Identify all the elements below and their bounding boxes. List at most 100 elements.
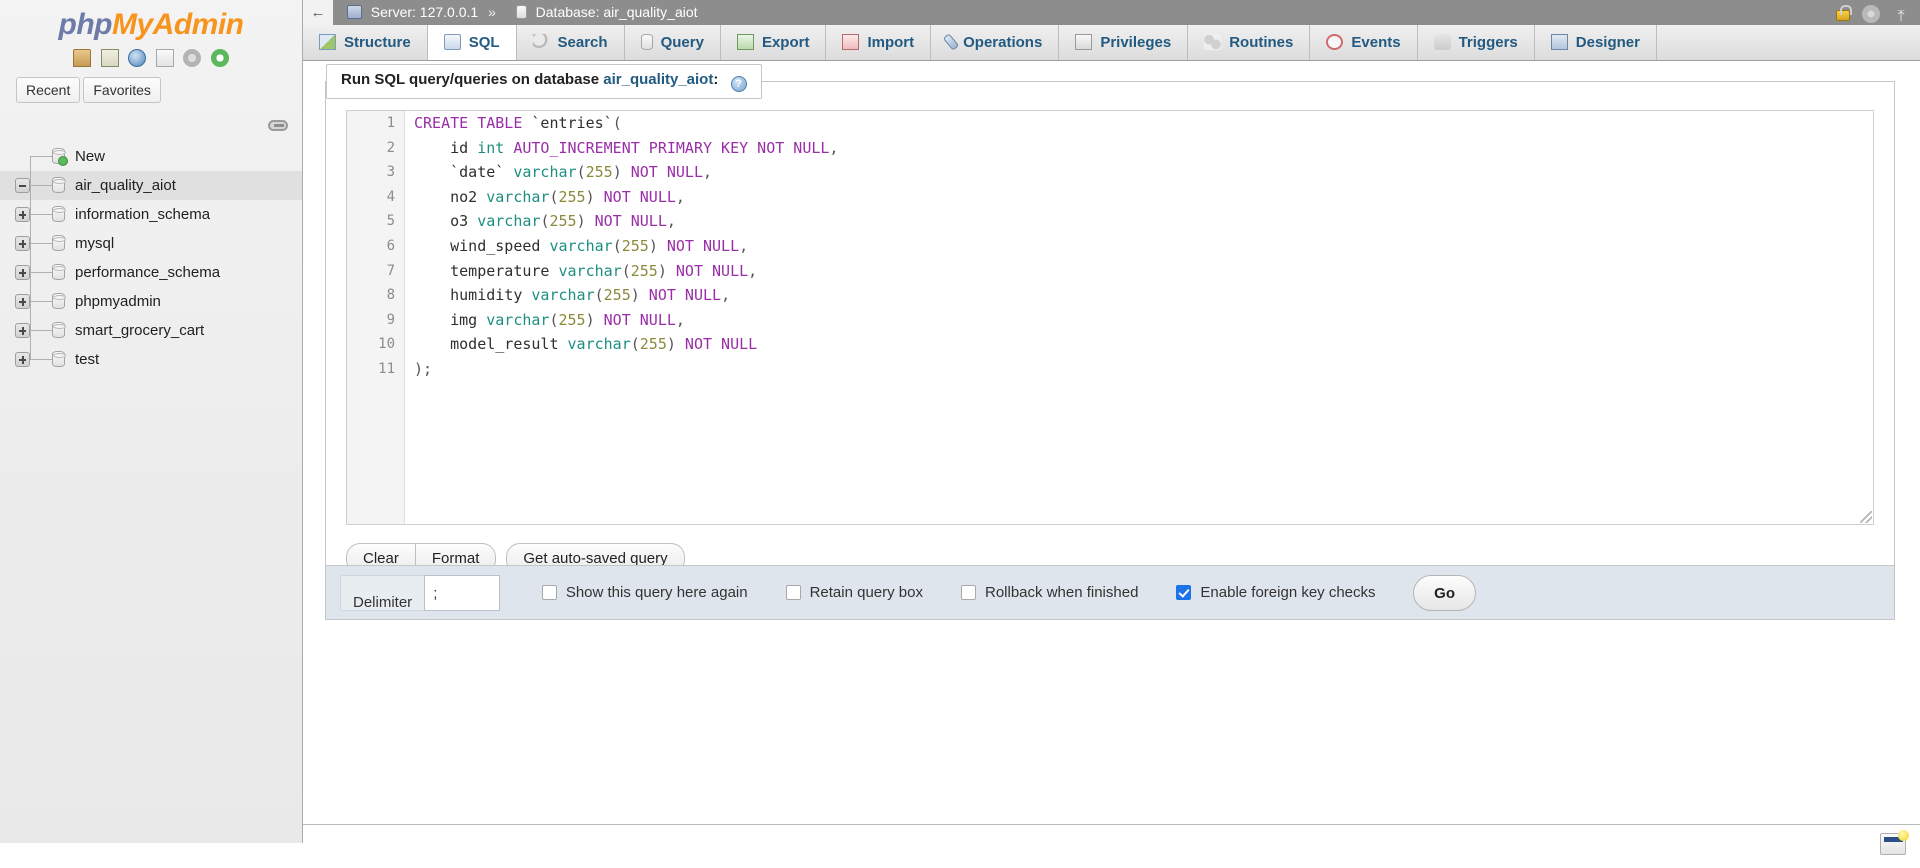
navigation-sidebar: phpMyAdmin Recent Favorites New air_qualit… [0, 0, 303, 843]
tab-label: SQL [468, 34, 500, 51]
tab-routines[interactable]: Routines [1188, 25, 1311, 60]
show-query-again-checkbox-label: Show this query here again [565, 584, 748, 601]
sidebar-db-label: performance_schema [75, 264, 221, 281]
line-number: 11 [378, 360, 395, 377]
line-number: 1 [386, 115, 395, 131]
sql-query-input[interactable]: CREATE TABLE `entries`( id int AUTO_INCR… [406, 111, 1873, 524]
collapse-icon[interactable]: ⤒ [1892, 4, 1910, 25]
enable-foreign-key-checks-checkbox[interactable] [1176, 585, 1192, 600]
recent-tab[interactable]: Recent [16, 77, 81, 103]
database-icon [52, 264, 66, 280]
code-token: wind_speed [414, 236, 550, 255]
go-button[interactable]: Go [1413, 575, 1476, 611]
sidebar-db-item-test[interactable]: test [0, 345, 302, 374]
code-token: ) [612, 163, 622, 182]
expand-icon[interactable] [15, 294, 30, 309]
logout-icon[interactable] [100, 48, 119, 67]
tab-triggers[interactable]: Triggers [1418, 25, 1535, 60]
database-icon [52, 322, 66, 338]
copy-icon[interactable] [155, 48, 174, 67]
legend-database-name: air_quality_aiot [603, 71, 714, 88]
code-token: NOT NULL [594, 187, 676, 206]
settings-icon[interactable] [183, 48, 202, 67]
breadcrumb-server-label[interactable]: Server: 127.0.0.1 [371, 4, 478, 20]
tab-import[interactable]: Import [826, 25, 932, 60]
expand-icon[interactable] [15, 265, 30, 280]
tab-query[interactable]: Query [625, 25, 721, 60]
expand-icon[interactable] [15, 236, 30, 251]
tab-export[interactable]: Export [721, 25, 827, 60]
sidebar-db-item-information-schema[interactable]: information_schema [0, 200, 302, 229]
expand-icon[interactable] [15, 352, 30, 367]
sidebar-db-item-new[interactable]: New [0, 142, 302, 171]
lock-icon[interactable] [1836, 5, 1853, 21]
phpmyadmin-logo[interactable]: phpMyAdmin [0, 0, 302, 42]
collapse-navigation-button[interactable] [268, 120, 290, 134]
code-token: ) [630, 286, 640, 305]
tab-label: Triggers [1458, 34, 1518, 51]
tab-operations[interactable]: Operations [931, 25, 1060, 60]
line-number: 8 [386, 287, 395, 304]
routines-icon [1204, 34, 1222, 50]
sidebar-db-item-performance-schema[interactable]: performance_schema [0, 258, 302, 287]
delimiter-input[interactable] [424, 575, 501, 611]
tab-designer[interactable]: Designer [1535, 25, 1657, 60]
tab-structure[interactable]: Structure [303, 25, 428, 60]
code-token: ( [630, 335, 640, 354]
code-token: model_result [414, 335, 568, 354]
tab-label: Designer [1575, 34, 1640, 51]
gear-icon[interactable] [1864, 7, 1879, 21]
sidebar-db-item-air-quality-aiot[interactable]: air_quality_aiot [0, 171, 302, 200]
tab-events[interactable]: Events [1310, 25, 1418, 60]
expand-icon[interactable] [15, 207, 30, 222]
line-number: 10 [378, 336, 395, 353]
tab-label: Routines [1229, 34, 1294, 51]
database-icon [52, 177, 66, 193]
tree-hline [30, 243, 52, 244]
code-token: 255 [630, 261, 658, 280]
show-query-again-checkbox[interactable] [541, 585, 557, 600]
code-token: ( [621, 261, 631, 280]
sql-editor[interactable]: 1 2 3 4 5 6 7 8 9 10 11 CREATE TABLE `entries`( id… [346, 110, 1874, 525]
code-token: ) [576, 212, 586, 231]
sidebar-db-item-smart-grocery-cart[interactable]: smart_grocery_cart [0, 316, 302, 345]
docs-icon[interactable] [128, 48, 147, 67]
editor-resize-handle[interactable] [1860, 511, 1872, 523]
code-line: id int AUTO_INCREMENT PRIMARY KEY NOT NU… [414, 136, 1873, 161]
breadcrumb: ← Server: 127.0.0.1 » Database: air_qual… [303, 0, 1920, 25]
collapse-icon[interactable] [15, 178, 30, 193]
tab-privileges[interactable]: Privileges [1059, 25, 1189, 60]
retain-query-box-checkbox-wrapper[interactable]: Retain query box [785, 566, 923, 620]
show-query-again-checkbox-wrapper[interactable]: Show this query here again [541, 566, 748, 620]
retain-query-box-checkbox[interactable] [785, 585, 801, 600]
code-token: NOT NULL [657, 236, 740, 255]
code-line: temperature varchar(255) NOT NULL, [414, 259, 1873, 284]
enable-foreign-key-checks-checkbox-wrapper[interactable]: Enable foreign key checks [1176, 566, 1376, 620]
expand-icon[interactable] [15, 323, 30, 338]
favorites-tab[interactable]: Favorites [83, 77, 161, 103]
tab-label: Structure [344, 34, 411, 51]
tab-search[interactable]: Search [517, 25, 625, 60]
home-icon[interactable] [72, 48, 91, 67]
database-icon [515, 5, 527, 19]
back-button[interactable]: ← [303, 0, 333, 25]
code-token: ) [585, 187, 595, 206]
rollback-when-finished-checkbox[interactable] [961, 585, 976, 600]
sidebar-db-item-mysql[interactable]: mysql [0, 229, 302, 258]
code-token: ; [423, 359, 433, 378]
help-icon[interactable]: ? [730, 76, 747, 92]
sidebar-db-item-phpmyadmin[interactable]: phpmyadmin [0, 287, 302, 316]
code-token: , [829, 138, 839, 157]
tab-sql[interactable]: SQL [427, 25, 517, 60]
code-token: ( [612, 236, 622, 255]
code-token: NOT NULL [666, 261, 749, 280]
console-icon[interactable] [1880, 830, 1909, 855]
rollback-when-finished-checkbox-wrapper[interactable]: Rollback when finished [961, 566, 1138, 620]
line-number: 4 [386, 188, 395, 205]
reload-icon[interactable] [211, 48, 230, 67]
code-token: ( [576, 163, 586, 182]
database-icon [52, 351, 66, 367]
query-icon [640, 34, 653, 50]
breadcrumb-database-label[interactable]: Database: air_quality_aiot [536, 4, 698, 20]
line-number: 6 [386, 237, 395, 254]
